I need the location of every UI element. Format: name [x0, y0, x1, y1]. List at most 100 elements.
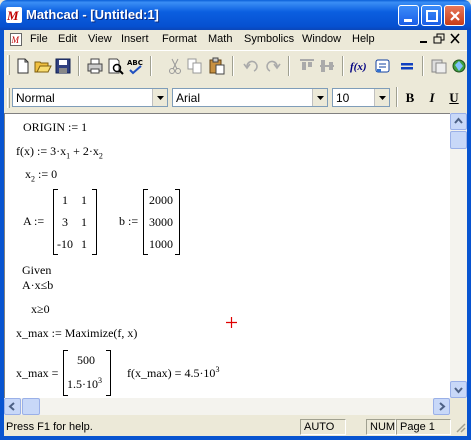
chevron-down-icon: [317, 96, 324, 100]
matrix-a-cell[interactable]: 3: [57, 215, 73, 230]
calculate-icon[interactable]: [398, 57, 416, 75]
status-page: Page 1: [396, 419, 451, 435]
matrix-a-bracket-right: [92, 189, 97, 255]
chevron-down-icon: [379, 96, 386, 100]
save-icon[interactable]: [54, 57, 72, 75]
document-icon[interactable]: M: [10, 33, 22, 46]
new-document-icon[interactable]: [14, 57, 32, 75]
cut-icon[interactable]: [166, 57, 184, 75]
f-xmax-evaluation[interactable]: f(x_max) = 4.5·103: [127, 365, 219, 381]
status-numlock: NUM: [366, 419, 396, 435]
result-cell[interactable]: 500: [69, 353, 103, 368]
doc-close-icon[interactable]: [449, 33, 462, 45]
maximize-definition[interactable]: x_max := Maximize(f, x): [16, 326, 137, 341]
size-value: 10: [336, 91, 350, 105]
constraint-x-ge-0[interactable]: x≥0: [31, 302, 50, 317]
window-frame-bottom: [0, 436, 471, 440]
style-dropdown-button[interactable]: [152, 89, 167, 106]
matrix-a-cell[interactable]: 1: [57, 193, 73, 208]
vertical-scroll-thumb[interactable]: [450, 131, 467, 149]
align-across-icon[interactable]: [318, 57, 336, 75]
status-bar: Press F1 for help. AUTO NUM Page 1: [4, 417, 467, 436]
status-help-text: Press F1 for help.: [6, 421, 93, 433]
chevron-up-icon: [454, 117, 463, 124]
bold-button[interactable]: B: [402, 90, 418, 106]
scrollbar-corner: [450, 398, 467, 415]
vertical-scrollbar[interactable]: [450, 113, 467, 398]
undo-icon[interactable]: [242, 57, 260, 75]
worksheet[interactable]: ORIGIN := 1 f(x) := 3·x1 + 2·x2 x2 := 0 …: [4, 113, 450, 398]
insert-unit-icon[interactable]: [374, 57, 392, 75]
doc-restore-icon[interactable]: [433, 33, 446, 45]
scroll-up-button[interactable]: [450, 113, 467, 130]
menu-symbolics[interactable]: Symbolics: [244, 33, 294, 45]
result-cell[interactable]: 1.5·103: [67, 376, 102, 392]
insert-function-icon[interactable]: f(x): [350, 57, 368, 75]
scroll-right-button[interactable]: [433, 398, 450, 415]
paste-icon[interactable]: [208, 57, 226, 75]
matrix-a-cell[interactable]: 1: [77, 193, 91, 208]
constraint-ax-le-b[interactable]: A·x≤b: [22, 278, 53, 293]
style-select[interactable]: Normal: [12, 88, 168, 107]
toolbar-grip[interactable]: [7, 55, 10, 75]
origin-definition[interactable]: ORIGIN := 1: [23, 120, 87, 135]
resize-grip-icon[interactable]: [454, 421, 466, 433]
underline-button[interactable]: U: [446, 90, 462, 106]
resources-icon[interactable]: [430, 57, 448, 75]
xmax-evaluation[interactable]: x_max =: [16, 366, 58, 381]
doc-minimize-icon[interactable]: [418, 33, 431, 45]
given-keyword[interactable]: Given: [22, 263, 51, 278]
insertion-crosshair-icon: [226, 317, 237, 328]
align-top-icon[interactable]: [298, 57, 316, 75]
web-toolbar-icon[interactable]: [450, 57, 468, 75]
print-icon[interactable]: [86, 57, 104, 75]
font-dropdown-button[interactable]: [312, 89, 327, 106]
size-dropdown-button[interactable]: [374, 89, 389, 106]
maximize-button[interactable]: [421, 5, 442, 26]
italic-button[interactable]: I: [424, 90, 440, 106]
font-select[interactable]: Arial: [172, 88, 328, 107]
vector-b-cell[interactable]: 2000: [147, 193, 175, 208]
redo-icon[interactable]: [264, 57, 282, 75]
spell-check-icon[interactable]: ABC: [126, 57, 144, 75]
mathcad-app-icon[interactable]: M: [6, 7, 22, 23]
matrix-a-cell[interactable]: 1: [77, 237, 91, 252]
vector-b-definition[interactable]: b :=: [119, 214, 138, 229]
title-bar[interactable]: M Mathcad - [Untitled:1]: [0, 0, 471, 30]
close-button[interactable]: [444, 5, 465, 26]
scroll-down-button[interactable]: [450, 381, 467, 398]
matrix-a-cell[interactable]: 1: [77, 215, 91, 230]
svg-text:M: M: [11, 35, 20, 45]
svg-text:f(x): f(x): [350, 61, 367, 73]
style-value: Normal: [16, 91, 55, 105]
menu-math[interactable]: Math: [208, 33, 232, 45]
font-value: Arial: [176, 91, 201, 105]
matrix-a-cell[interactable]: -10: [55, 237, 75, 252]
toolbar-grip[interactable]: [7, 88, 10, 108]
chevron-down-icon: [157, 96, 164, 100]
x2-definition[interactable]: x2 := 0: [25, 167, 57, 183]
function-definition[interactable]: f(x) := 3·x1 + 2·x2: [16, 144, 103, 160]
menu-help[interactable]: Help: [352, 33, 375, 45]
menu-window[interactable]: Window: [302, 33, 341, 45]
svg-text:M: M: [6, 8, 19, 23]
menu-insert[interactable]: Insert: [121, 33, 149, 45]
menu-bar: M File Edit View Insert Format Math Symb…: [4, 30, 467, 49]
minimize-button[interactable]: [398, 5, 419, 26]
menu-file[interactable]: File: [30, 33, 48, 45]
result-bracket-right: [106, 350, 111, 396]
vector-b-cell[interactable]: 1000: [147, 237, 175, 252]
menu-format[interactable]: Format: [162, 33, 197, 45]
copy-icon[interactable]: [186, 57, 204, 75]
menu-edit[interactable]: Edit: [58, 33, 77, 45]
horizontal-scrollbar[interactable]: [4, 398, 450, 415]
scroll-left-button[interactable]: [4, 398, 21, 415]
print-preview-icon[interactable]: [106, 57, 124, 75]
size-select[interactable]: 10: [332, 88, 390, 107]
chevron-left-icon: [8, 402, 15, 411]
open-folder-icon[interactable]: [34, 57, 52, 75]
horizontal-scroll-thumb[interactable]: [22, 398, 40, 415]
vector-b-cell[interactable]: 3000: [147, 215, 175, 230]
matrix-a-definition[interactable]: A :=: [23, 214, 44, 229]
menu-view[interactable]: View: [88, 33, 112, 45]
